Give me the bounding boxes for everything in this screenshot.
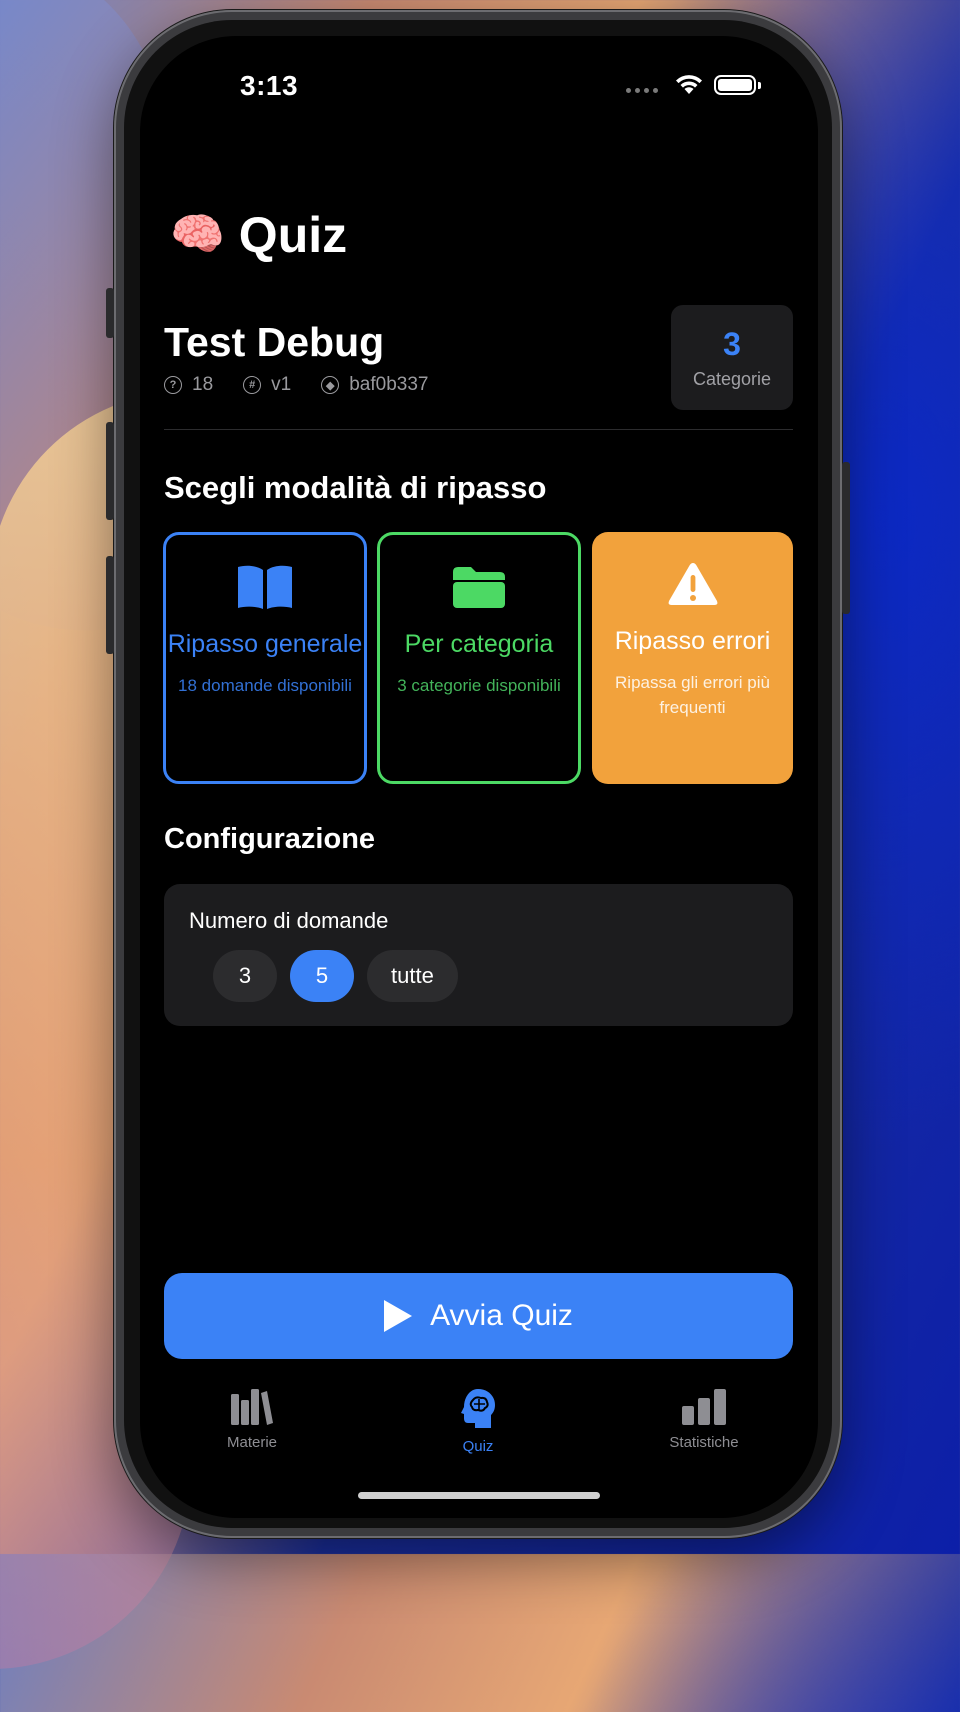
- quiz-version: v1: [271, 374, 292, 395]
- tab-materie[interactable]: Materie: [182, 1388, 322, 1451]
- brain-head-icon: [461, 1389, 495, 1428]
- categories-badge: 3 Categorie: [671, 305, 793, 410]
- tab-materie-label: Materie: [226, 1434, 278, 1451]
- wifi-icon: [676, 75, 702, 94]
- tab-quiz[interactable]: Quiz: [408, 1388, 548, 1455]
- brain-emoji-icon: 🧠: [170, 210, 225, 259]
- tag-icon: ◆: [321, 376, 340, 394]
- mode-errors-subtitle: Ripassa gli errori più frequenti: [615, 673, 770, 717]
- divider: [164, 429, 793, 430]
- book-icon: [236, 563, 294, 611]
- tab-bar: Materie Quiz Statistiche: [140, 1388, 818, 1458]
- mode-general-subtitle: 18 domande disponibili: [178, 676, 352, 695]
- mode-category-subtitle: 3 categorie disponibili: [397, 676, 561, 695]
- folder-icon: [451, 563, 507, 611]
- home-indicator[interactable]: [358, 1492, 600, 1499]
- question-icon: ?: [164, 376, 182, 394]
- config-section-title: Configurazione: [164, 823, 376, 855]
- count-option-3[interactable]: 3: [213, 950, 277, 1002]
- warning-icon: [667, 560, 719, 608]
- quiz-meta: ? 18 # v1 ◆ baf0b337: [164, 374, 448, 396]
- battery-icon: [714, 75, 761, 95]
- power-button: [842, 462, 850, 614]
- cellular-icon: [626, 87, 658, 93]
- mode-errors-title: Ripasso errori: [614, 627, 771, 655]
- mode-errors-card[interactable]: Ripasso errori Ripassa gli errori più fr…: [592, 532, 793, 784]
- tab-quiz-label: Quiz: [462, 1438, 494, 1455]
- start-quiz-button[interactable]: Avvia Quiz: [164, 1273, 793, 1359]
- status-icons: [626, 74, 761, 96]
- quiz-hash: baf0b337: [349, 374, 429, 395]
- number-icon: #: [243, 376, 262, 394]
- mode-category-title: Per categoria: [404, 630, 554, 658]
- silent-switch: [106, 288, 114, 338]
- mode-general-title: Ripasso generale: [167, 630, 363, 658]
- mode-general-card[interactable]: Ripasso generale 18 domande disponibili: [163, 532, 367, 784]
- page-title: Quiz: [238, 207, 348, 263]
- categories-label: Categorie: [692, 368, 772, 389]
- status-time: 3:13: [240, 70, 299, 101]
- volume-down-button: [106, 556, 114, 654]
- app-screen: 3:13 🧠 Quiz Test Debug ? 18 # v1 ◆ baf0b…: [140, 36, 818, 1518]
- categories-count: 3: [723, 325, 741, 362]
- start-quiz-label: Avvia Quiz: [430, 1299, 573, 1332]
- count-option-5[interactable]: 5: [290, 950, 354, 1002]
- page-header: 🧠 Quiz: [170, 206, 347, 264]
- books-icon: [231, 1389, 273, 1425]
- tab-statistiche-label: Statistiche: [669, 1434, 739, 1451]
- chart-bar-icon: [682, 1389, 726, 1425]
- config-card: Numero di domande 3 5 tutte: [164, 884, 793, 1026]
- mode-category-card[interactable]: Per categoria 3 categorie disponibili: [377, 532, 581, 784]
- question-count: 18: [192, 374, 214, 395]
- tab-statistiche[interactable]: Statistiche: [634, 1388, 774, 1451]
- volume-up-button: [106, 422, 114, 520]
- count-option-all[interactable]: tutte: [367, 950, 458, 1002]
- question-count-options: 3 5 tutte: [213, 950, 458, 1002]
- play-icon: [384, 1300, 413, 1332]
- quiz-name: Test Debug: [164, 319, 385, 365]
- question-count-label: Numero di domande: [189, 908, 389, 933]
- mode-section-title: Scegli modalità di ripasso: [164, 470, 547, 505]
